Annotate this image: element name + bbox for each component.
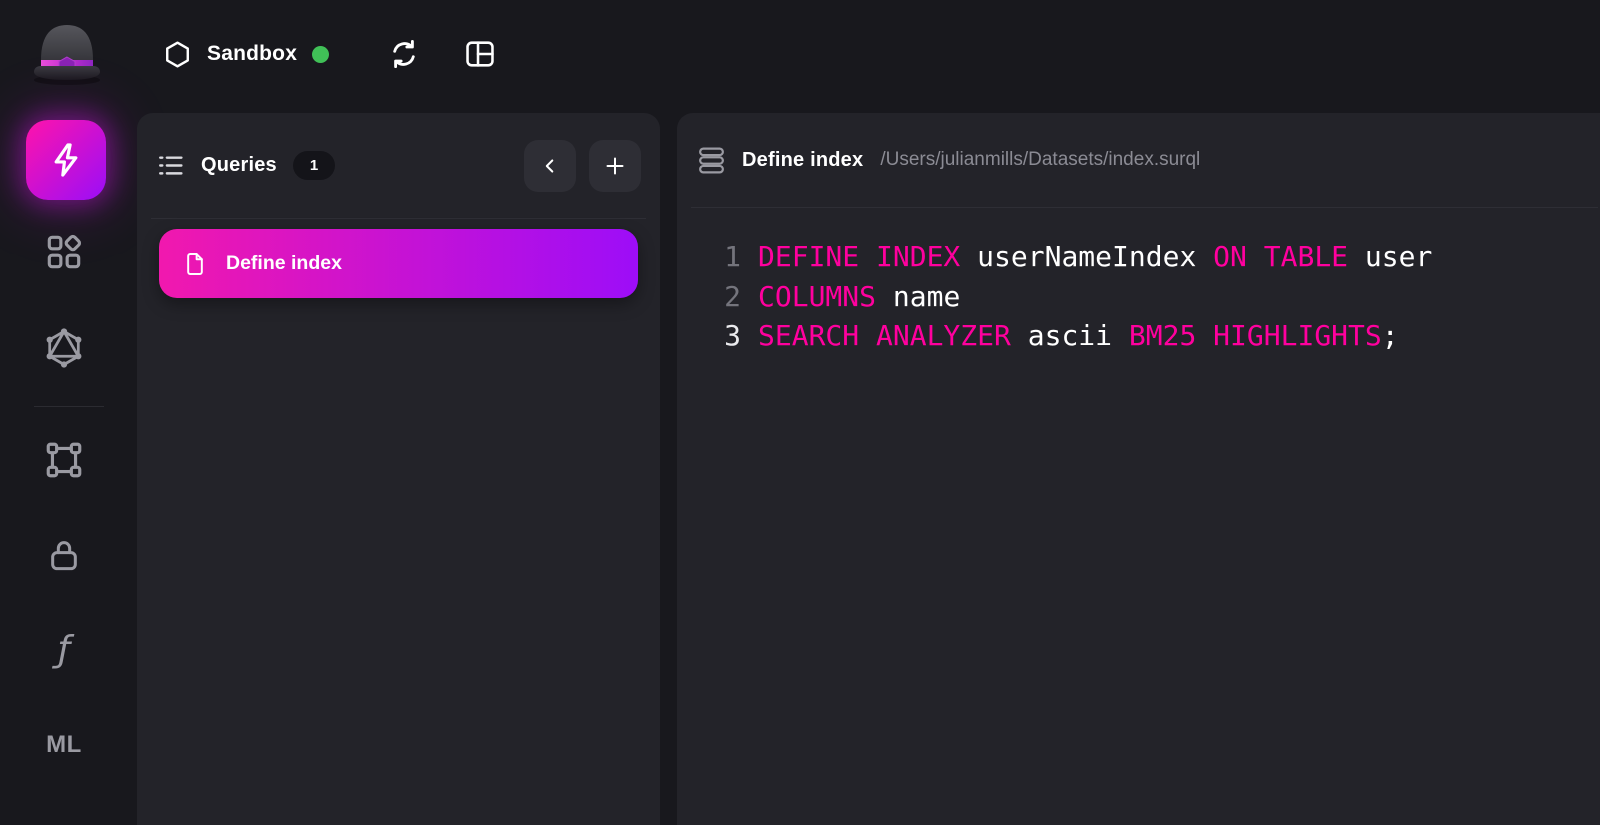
query-list: Define index [137,219,660,308]
function-icon: ƒ [57,629,71,670]
code-editor[interactable]: 1 DEFINE INDEX userNameIndex ON TABLE use… [677,208,1600,356]
editor-panel-header: Define index /Users/julianmills/Datasets… [677,113,1600,207]
code-line[interactable]: 3 SEARCH ANALYZER ascii BM25 HIGHLIGHTS; [677,316,1600,356]
code-text: COLUMNS name [758,279,961,313]
layout-columns-icon [466,41,494,67]
line-number: 3 [724,319,741,352]
queries-count-badge: 1 [292,151,336,180]
queries-title: Queries [201,154,277,176]
category-icon [47,234,82,269]
line-number: 1 [724,240,741,273]
toggle-panels-button[interactable] [458,32,502,76]
connection-status-dot [312,45,330,63]
code-text: SEARCH ANALYZER ascii BM25 HIGHLIGHTS; [758,319,1399,352]
code-text: DEFINE INDEX userNameIndex ON TABLE user [758,240,1433,273]
sidebar-item-graphql[interactable] [40,324,88,372]
document-icon [187,252,203,275]
surrealist-logo[interactable] [26,16,108,90]
code-line[interactable]: 2 COLUMNS name [677,277,1600,317]
sidebar-item-designer[interactable] [40,436,88,484]
lightning-icon [54,143,78,177]
sidebar-divider [34,406,104,407]
query-list-item[interactable]: Define index [159,229,638,298]
editor-panel: Define index /Users/julianmills/Datasets… [677,113,1600,825]
code-line[interactable]: 1 DEFINE INDEX userNameIndex ON TABLE use… [677,237,1600,277]
sidebar-item-models[interactable]: ML [40,721,88,769]
sidebar-item-authentication[interactable] [40,531,88,579]
chevron-left-icon [545,158,554,173]
hexagon-icon [166,40,189,68]
new-query-button[interactable] [589,139,641,192]
lock-icon [51,541,77,571]
editor-title: Define index [742,148,864,171]
sidebar-item-explorer[interactable] [40,228,88,276]
graphql-icon [46,328,82,368]
stack-icon [699,147,724,173]
sidebar-item-functions[interactable]: ƒ [40,626,88,674]
collapse-panel-button[interactable] [524,139,576,192]
ml-label: ML [46,731,82,758]
refresh-button[interactable] [382,32,426,76]
refresh-icon [393,39,415,69]
plus-icon [606,157,624,174]
instance-selector[interactable]: Sandbox [163,33,330,75]
object-group-icon [46,442,82,478]
sidebar-item-query[interactable] [26,120,106,200]
instance-name: Sandbox [207,42,298,65]
editor-file-path: /Users/julianmills/Datasets/index.surql [880,149,1201,170]
list-icon [159,156,183,175]
queries-panel-header: Queries 1 [137,113,660,218]
query-item-label: Define index [226,252,342,274]
line-number: 2 [724,279,741,313]
queries-panel: Queries 1 Define index [137,113,660,825]
